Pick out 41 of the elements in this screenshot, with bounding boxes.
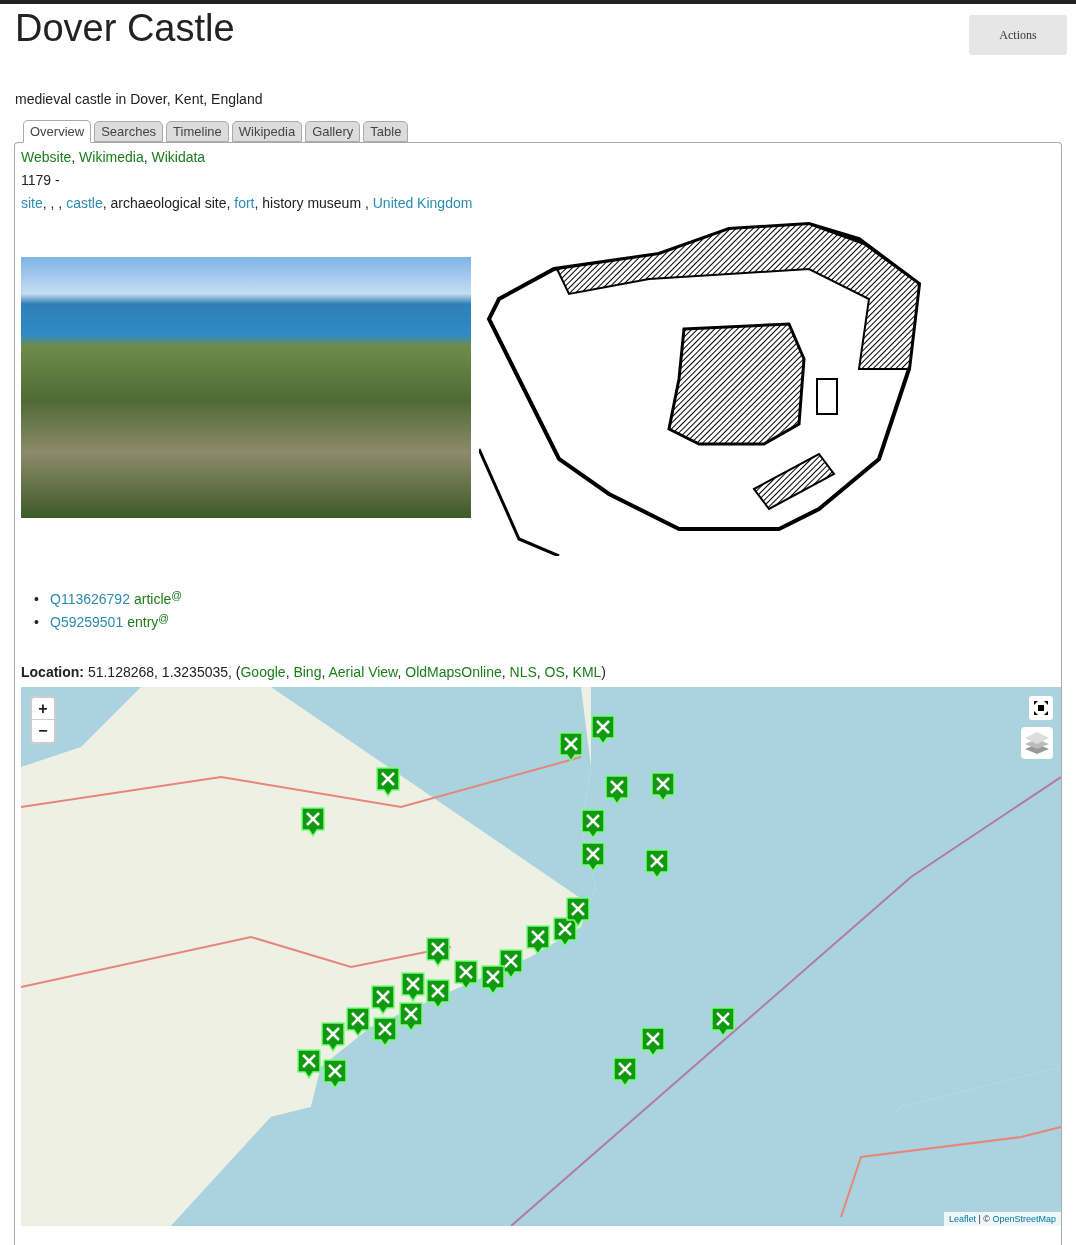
openstreetmap-link[interactable]: OpenStreetMap: [992, 1214, 1056, 1224]
external-link[interactable]: Wikimedia: [79, 149, 144, 165]
description-text: medieval castle in Dover, Kent, England: [14, 90, 264, 108]
map-service-link[interactable]: KML: [572, 664, 602, 680]
reference-link[interactable]: article$^{@}$: [133, 588, 182, 611]
bullet: •: [34, 590, 40, 609]
item-id-link[interactable]: Q113626792: [50, 588, 130, 611]
map[interactable]: + − Leaflet | © OpenStreetMap: [21, 687, 1061, 1226]
category-link[interactable]: site: [21, 195, 43, 211]
tab[interactable]: Wikipedia: [231, 121, 303, 142]
layers-button[interactable]: [1021, 727, 1053, 759]
reference-link[interactable]: entry$^{@}$: [127, 611, 169, 634]
fullscreen-icon: [1034, 701, 1048, 715]
category-link[interactable]: castle: [66, 195, 103, 211]
zoom-in-button[interactable]: +: [32, 698, 54, 720]
location-line: Location: 51.128268, 1.3235035, (Google, Bing, Aerial View, OldMapsOnline, NLS, OS, KML): [21, 663, 608, 682]
tab[interactable]: Searches: [94, 121, 164, 142]
map-service-link[interactable]: Google: [240, 664, 286, 680]
category-link[interactable]: United Kingdom: [372, 195, 473, 211]
category-line: site, , , castle, archaeological site, fort, history museum , United Kingdom: [21, 194, 474, 213]
external-link[interactable]: Wikidata: [151, 149, 206, 165]
bullet: •: [34, 613, 40, 632]
zoom-out-button[interactable]: −: [32, 720, 54, 742]
date-text: 1179 -: [21, 171, 61, 190]
layers-icon: [1025, 732, 1049, 754]
attribution-separator: | ©: [977, 1214, 991, 1224]
external-link[interactable]: Website: [21, 149, 72, 165]
tab[interactable]: Table: [363, 121, 409, 142]
map-service-link[interactable]: OldMapsOnline: [405, 664, 502, 680]
tab[interactable]: Timeline: [166, 121, 229, 142]
tab[interactable]: Gallery: [305, 121, 361, 142]
map-service-link[interactable]: OS: [544, 664, 565, 680]
separator: ,: [71, 149, 77, 165]
separator: ,: [143, 149, 149, 165]
fullscreen-button[interactable]: [1029, 696, 1053, 720]
actions-button[interactable]: Actions: [969, 15, 1067, 55]
page-title: Dover Castle: [15, 6, 235, 50]
tab[interactable]: Overview: [23, 120, 92, 143]
leaflet-link[interactable]: Leaflet: [948, 1214, 976, 1224]
item-id-link[interactable]: Q59259501: [50, 611, 124, 634]
map-service-link[interactable]: NLS: [509, 664, 537, 680]
